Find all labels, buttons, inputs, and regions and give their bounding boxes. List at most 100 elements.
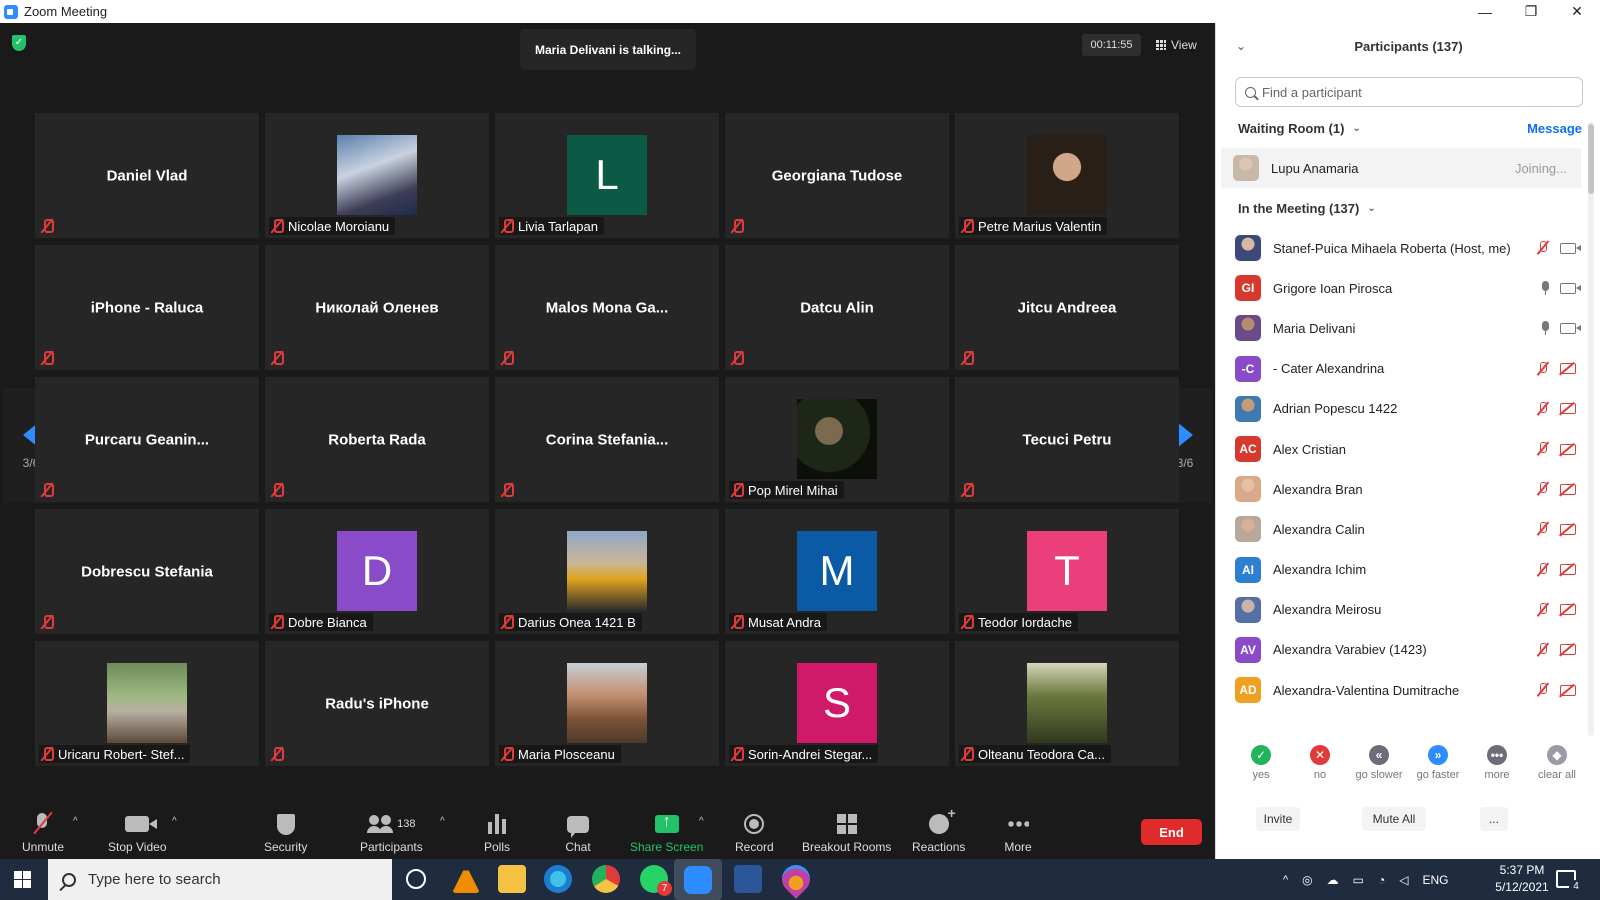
video-tile[interactable]: Olteanu Teodora Ca... [955, 641, 1179, 766]
vlc-icon[interactable] [452, 865, 480, 893]
video-off-icon[interactable] [1560, 604, 1576, 616]
language-indicator[interactable]: ENG [1422, 873, 1448, 887]
mute-all-button[interactable]: Mute All [1362, 807, 1426, 831]
video-tile[interactable]: Tecuci Petru [955, 377, 1179, 502]
participant-row[interactable]: AI Alexandra Ichim [1216, 550, 1586, 590]
share-screen-button[interactable]: Share Screen [630, 812, 703, 854]
video-tile[interactable]: Roberta Rada [265, 377, 489, 502]
chevron-up-icon[interactable]: ^ [1283, 874, 1288, 886]
video-off-icon[interactable] [1560, 523, 1576, 535]
video-tile[interactable]: Uricaru Robert- Stef... [35, 641, 259, 766]
feedback-more-button[interactable]: ••• more [1467, 745, 1527, 781]
battery-icon[interactable]: ▭ [1353, 873, 1364, 887]
participant-row[interactable]: -C - Cater Alexandrina [1216, 349, 1586, 389]
windows-start-icon[interactable] [14, 871, 31, 888]
video-tile[interactable]: Georgiana Tudose [725, 113, 949, 238]
video-off-icon[interactable] [1560, 363, 1576, 375]
participant-row[interactable]: AV Alexandra Varabiev (1423) [1216, 630, 1586, 670]
video-off-icon[interactable] [1560, 443, 1576, 455]
video-tile[interactable]: iPhone - Raluca [35, 245, 259, 370]
notifications-icon[interactable]: 4 [1556, 870, 1583, 894]
encryption-shield-icon[interactable]: ✓ [12, 35, 26, 51]
mic-muted-icon[interactable] [1536, 602, 1550, 617]
mic-muted-icon[interactable] [1536, 642, 1550, 657]
participant-search[interactable] [1235, 77, 1583, 107]
video-tile[interactable]: T Teodor Iordache [955, 509, 1179, 634]
video-tile[interactable]: Datcu Alin [725, 245, 949, 370]
end-meeting-button[interactable]: End [1141, 819, 1202, 845]
video-tile[interactable]: M Musat Andra [725, 509, 949, 634]
mic-muted-icon[interactable] [1536, 683, 1550, 697]
participants-button[interactable]: 138 Participants [360, 812, 423, 854]
mic-muted-icon[interactable] [1536, 562, 1550, 577]
video-off-icon[interactable] [1560, 403, 1576, 415]
volume-icon[interactable]: ◁ [1399, 873, 1408, 887]
video-tile[interactable]: S Sorin-Andrei Stegar... [725, 641, 949, 766]
video-tile[interactable]: Jitcu Andreea [955, 245, 1179, 370]
participant-row[interactable]: Alexandra Calin [1216, 509, 1586, 549]
whatsapp-icon[interactable]: 7 [640, 865, 672, 896]
close-button[interactable]: ✕ [1554, 0, 1600, 23]
video-options-caret[interactable]: ^ [172, 816, 177, 827]
participant-row[interactable]: Stanef-Puica Mihaela Roberta (Host, me) [1216, 228, 1586, 268]
maximize-button[interactable]: ❐ [1508, 0, 1554, 23]
participant-row[interactable]: AC Alex Cristian [1216, 429, 1586, 469]
taskbar-search[interactable] [48, 859, 392, 900]
feedback-clear-all-button[interactable]: ◆ clear all [1527, 745, 1587, 781]
edge-icon[interactable] [544, 865, 572, 893]
participant-row[interactable]: GI Grigore Ioan Pirosca [1216, 268, 1586, 308]
video-tile[interactable]: Malos Mona Ga... [495, 245, 719, 370]
mic-muted-icon[interactable] [1536, 482, 1550, 496]
stop-video-button[interactable]: Stop Video [108, 812, 167, 854]
mic-muted-icon[interactable] [1536, 442, 1550, 456]
mic-icon[interactable] [1541, 321, 1550, 336]
minimize-button[interactable]: — [1462, 0, 1508, 23]
participant-list-scrollbar[interactable] [1588, 122, 1594, 736]
taskbar-clock[interactable]: 5:37 PM 5/12/2021 [1487, 862, 1557, 896]
view-button[interactable]: View [1156, 34, 1197, 56]
video-off-icon[interactable] [1560, 684, 1576, 696]
video-tile[interactable]: Nicolae Moroianu [265, 113, 489, 238]
taskbar-search-input[interactable] [88, 871, 378, 888]
video-tile[interactable]: L Livia Tarlapan [495, 113, 719, 238]
zoom-taskbar-button[interactable] [674, 859, 722, 900]
feedback-go-slower-button[interactable]: « go slower [1349, 745, 1409, 781]
participant-row[interactable]: Maria Delivani [1216, 308, 1586, 348]
video-tile[interactable]: Corina Stefania... [495, 377, 719, 502]
video-tile[interactable]: Николай Оленев [265, 245, 489, 370]
video-tile[interactable]: Purcaru Geanin... [35, 377, 259, 502]
participant-row[interactable]: Adrian Popescu 1422 [1216, 389, 1586, 429]
feedback-go-faster-button[interactable]: » go faster [1408, 745, 1468, 781]
video-tile[interactable]: Maria Plosceanu [495, 641, 719, 766]
feedback-yes-button[interactable]: ✓ yes [1231, 745, 1291, 781]
video-camera-icon[interactable] [1560, 282, 1581, 294]
video-tile[interactable]: Pop Mirel Mihai [725, 377, 949, 502]
participant-row[interactable]: Alexandra Meirosu [1216, 590, 1586, 630]
more-options-button[interactable]: ... [1480, 807, 1508, 831]
video-tile[interactable]: Darius Onea 1421 B [495, 509, 719, 634]
video-off-icon[interactable] [1560, 564, 1576, 576]
in-meeting-header[interactable]: In the Meeting (137) ⌄ [1238, 201, 1376, 216]
share-options-caret[interactable]: ^ [699, 816, 704, 827]
record-button[interactable]: Record [735, 812, 774, 854]
breakout-rooms-button[interactable]: Breakout Rooms [802, 812, 891, 854]
chrome-icon[interactable] [592, 865, 620, 893]
chat-button[interactable]: Chat [561, 812, 595, 854]
mic-muted-icon[interactable] [1536, 361, 1550, 376]
video-off-icon[interactable] [1560, 644, 1576, 656]
reactions-button[interactable]: Reactions [912, 805, 965, 854]
waiting-room-header[interactable]: Waiting Room (1) ⌄ [1238, 121, 1361, 136]
participants-options-caret[interactable]: ^ [440, 816, 445, 827]
word-icon[interactable] [734, 865, 762, 893]
video-tile[interactable]: Petre Marius Valentin [955, 113, 1179, 238]
video-tile[interactable]: Daniel Vlad [35, 113, 259, 238]
video-camera-icon[interactable] [1560, 322, 1581, 334]
search-input[interactable] [1262, 84, 1562, 100]
feedback-no-button[interactable]: ✕ no [1290, 745, 1350, 781]
file-explorer-icon[interactable] [498, 865, 526, 893]
meet-now-icon[interactable]: ◎ [1302, 873, 1312, 887]
wifi-icon[interactable]: ◔ [1378, 873, 1385, 887]
participant-row[interactable]: AD Alexandra-Valentina Dumitrache [1216, 670, 1586, 710]
video-tile[interactable]: D Dobre Bianca [265, 509, 489, 634]
mic-muted-icon[interactable] [1536, 241, 1550, 255]
